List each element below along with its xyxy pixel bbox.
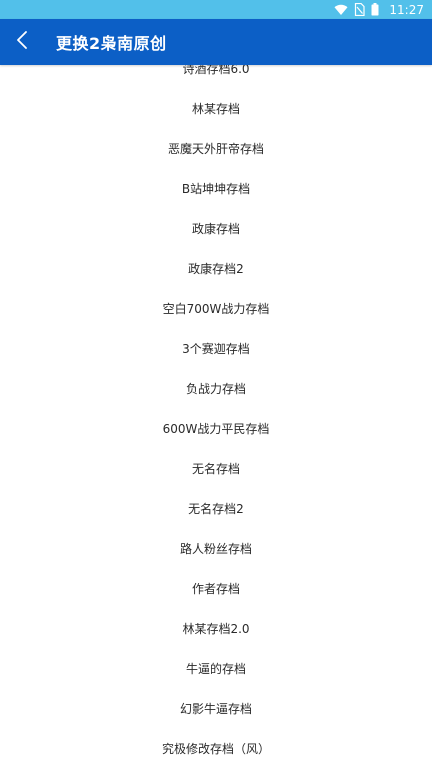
- list-item[interactable]: 林某存档: [0, 88, 432, 128]
- list-item[interactable]: 政康存档: [0, 208, 432, 248]
- back-button[interactable]: [2, 19, 42, 65]
- list-item[interactable]: 牛逼的存档: [0, 648, 432, 688]
- status-bar: 11:27: [0, 0, 432, 19]
- list-item[interactable]: 无名存档2: [0, 488, 432, 528]
- list-item[interactable]: 无名存档: [0, 448, 432, 488]
- battery-icon: [371, 3, 379, 16]
- list-item[interactable]: 3个赛迦存档: [0, 328, 432, 368]
- list-item[interactable]: 林某存档2.0: [0, 608, 432, 648]
- list-item[interactable]: 600W战力平民存档: [0, 408, 432, 448]
- list-item[interactable]: 恶魔天外肝帝存档: [0, 128, 432, 168]
- list-item[interactable]: B站坤坤存档: [0, 168, 432, 208]
- page-title: 更换2枭南原创: [56, 34, 167, 53]
- no-sim-icon: [354, 3, 366, 16]
- list-item[interactable]: 政康存档2: [0, 248, 432, 288]
- status-time: 11:27: [389, 2, 424, 17]
- save-list: 诗酒存档6.0 林某存档 恶魔天外肝帝存档 B站坤坤存档 政康存档 政康存档2 …: [0, 48, 432, 768]
- list-item[interactable]: 负战力存档: [0, 368, 432, 408]
- list-item[interactable]: 空白700W战力存档: [0, 288, 432, 328]
- list-item[interactable]: 路人粉丝存档: [0, 528, 432, 568]
- wifi-icon: [334, 4, 348, 16]
- list-item[interactable]: 作者存档: [0, 568, 432, 608]
- list-item[interactable]: 幻影牛逼存档: [0, 688, 432, 728]
- list-item[interactable]: 究极修改存档（风）: [0, 728, 432, 768]
- chevron-left-icon: [16, 31, 28, 53]
- app-bar: 更换2枭南原创: [0, 19, 432, 65]
